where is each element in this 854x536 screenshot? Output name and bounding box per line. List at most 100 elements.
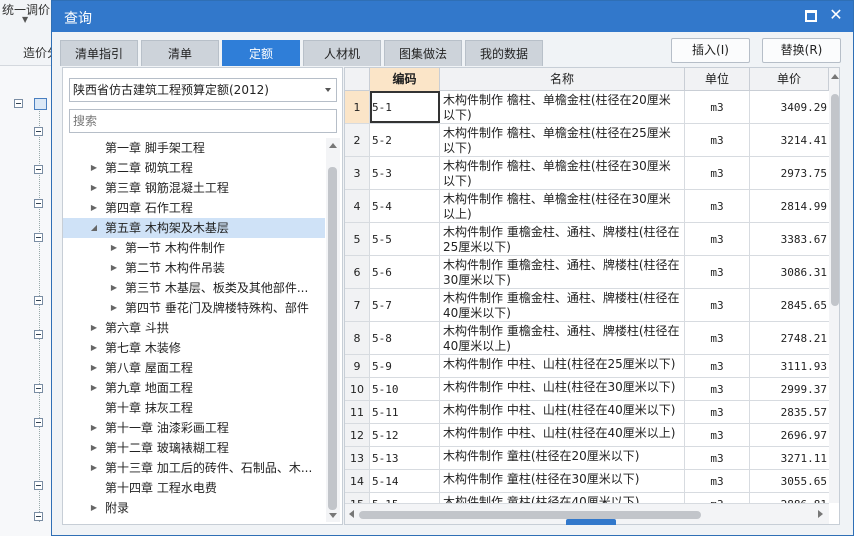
expand-right-icon[interactable]: ▶ xyxy=(89,358,99,378)
grid-horizontal-thumb[interactable] xyxy=(359,511,701,519)
maximize-icon[interactable] xyxy=(804,9,817,22)
expand-right-icon[interactable]: ▶ xyxy=(89,438,99,458)
expand-right-icon[interactable]: ▶ xyxy=(89,318,99,338)
tab-atlas-method[interactable]: 图集做法 xyxy=(384,40,462,66)
price-cell[interactable]: 3271.11 xyxy=(750,447,830,469)
collapse-icon[interactable] xyxy=(34,233,43,242)
expand-right-icon[interactable]: ▶ xyxy=(89,178,99,198)
tree-item[interactable]: ▶ 第一节 木构件制作 xyxy=(63,238,325,258)
price-cell[interactable]: 3055.65 xyxy=(750,470,830,492)
tree-item[interactable]: ▶ 第十一章 油漆彩画工程 xyxy=(63,418,325,438)
code-cell[interactable]: 5-11 xyxy=(370,401,440,423)
name-cell[interactable]: 木构件制作 中柱、山柱(柱径在40厘米以上) xyxy=(440,424,685,446)
expand-right-icon[interactable]: ▶ xyxy=(89,418,99,438)
collapse-icon[interactable] xyxy=(34,165,43,174)
tab-list-guide[interactable]: 清单指引 xyxy=(60,40,138,66)
tree-item[interactable]: 第十章 抹灰工程 xyxy=(63,398,325,418)
table-row[interactable]: 12 5-12 木构件制作 中柱、山柱(柱径在40厘米以上) m3 2696.97 xyxy=(345,424,839,447)
expand-right-icon[interactable]: ▶ xyxy=(109,278,119,298)
name-cell[interactable]: 木构件制作 童柱(柱径在20厘米以下) xyxy=(440,447,685,469)
price-cell[interactable]: 2886.81 xyxy=(750,493,830,503)
unit-cell[interactable]: m3 xyxy=(685,401,750,423)
unit-cell[interactable]: m3 xyxy=(685,223,750,255)
row-number[interactable]: 4 xyxy=(345,190,370,222)
collapse-icon[interactable] xyxy=(34,199,43,208)
unit-cell[interactable]: m3 xyxy=(685,289,750,321)
unit-cell[interactable]: m3 xyxy=(685,157,750,189)
name-cell[interactable]: 木构件制作 重檐金柱、通柱、牌楼柱(柱径在25厘米以下) xyxy=(440,223,685,255)
tree-item[interactable]: ▶ 第三章 钢筋混凝土工程 xyxy=(63,178,325,198)
row-number[interactable]: 5 xyxy=(345,223,370,255)
price-cell[interactable]: 2845.65 xyxy=(750,289,830,321)
header-code[interactable]: 编码 xyxy=(370,68,440,91)
dialog-titlebar[interactable]: 查询 ✕ xyxy=(52,1,853,32)
price-cell[interactable]: 2999.37 xyxy=(750,378,830,400)
code-cell[interactable]: 5-1 xyxy=(370,91,440,123)
collapse-icon[interactable] xyxy=(34,296,43,305)
price-cell[interactable]: 3383.67 xyxy=(750,223,830,255)
unit-cell[interactable]: m3 xyxy=(685,91,750,123)
chevron-down-icon[interactable] xyxy=(325,88,331,92)
tree-item[interactable]: ▶ 第八章 屋面工程 xyxy=(63,358,325,378)
background-tab-label[interactable]: 造价分 xyxy=(23,44,52,61)
scroll-up-icon[interactable] xyxy=(329,143,337,148)
price-cell[interactable]: 2973.75 xyxy=(750,157,830,189)
name-cell[interactable]: 木构件制作 童柱(柱径在30厘米以下) xyxy=(440,470,685,492)
collapse-icon[interactable] xyxy=(34,127,43,136)
header-name[interactable]: 名称 xyxy=(440,68,685,91)
expand-right-icon[interactable]: ▶ xyxy=(89,198,99,218)
unit-cell[interactable]: m3 xyxy=(685,355,750,377)
table-row[interactable]: 6 5-6 木构件制作 重檐金柱、通柱、牌楼柱(柱径在30厘米以下) m3 3086.3… xyxy=(345,256,839,289)
expand-right-icon[interactable]: ▶ xyxy=(89,498,99,518)
unit-cell[interactable]: m3 xyxy=(685,493,750,503)
table-row[interactable]: 11 5-11 木构件制作 中柱、山柱(柱径在40厘米以下) m3 2835.57 xyxy=(345,401,839,424)
code-cell[interactable]: 5-7 xyxy=(370,289,440,321)
table-row[interactable]: 10 5-10 木构件制作 中柱、山柱(柱径在30厘米以下) m3 2999.37 xyxy=(345,378,839,401)
row-number[interactable]: 14 xyxy=(345,470,370,492)
row-number[interactable]: 10 xyxy=(345,378,370,400)
table-row[interactable]: 7 5-7 木构件制作 重檐金柱、通柱、牌楼柱(柱径在40厘米以下) m3 2845.6… xyxy=(345,289,839,322)
grid-vertical-thumb[interactable] xyxy=(831,94,839,306)
collapse-icon[interactable] xyxy=(34,384,43,393)
name-cell[interactable]: 木构件制作 檐柱、单檐金柱(柱径在25厘米以下) xyxy=(440,124,685,156)
expand-right-icon[interactable]: ▶ xyxy=(89,338,99,358)
close-icon[interactable]: ✕ xyxy=(828,5,844,25)
table-row[interactable]: 8 5-8 木构件制作 重檐金柱、通柱、牌楼柱(柱径在40厘米以上) m3 2748.2… xyxy=(345,322,839,355)
expand-right-icon[interactable]: ▶ xyxy=(89,158,99,178)
tree-item[interactable]: ▶ 第三节 木基层、板类及其他部件... xyxy=(63,278,325,298)
unit-cell[interactable]: m3 xyxy=(685,424,750,446)
row-number[interactable]: 13 xyxy=(345,447,370,469)
name-cell[interactable]: 木构件制作 重檐金柱、通柱、牌楼柱(柱径在30厘米以下) xyxy=(440,256,685,288)
row-number[interactable]: 11 xyxy=(345,401,370,423)
code-cell[interactable]: 5-4 xyxy=(370,190,440,222)
quota-library-select[interactable]: 陕西省仿古建筑工程预算定额(2012) xyxy=(69,78,337,102)
collapse-icon[interactable] xyxy=(34,481,43,490)
name-cell[interactable]: 木构件制作 中柱、山柱(柱径在25厘米以下) xyxy=(440,355,685,377)
tree-scrollbar[interactable] xyxy=(326,138,340,522)
price-cell[interactable]: 2835.57 xyxy=(750,401,830,423)
collapse-icon[interactable] xyxy=(34,512,43,521)
header-price[interactable]: 单价 xyxy=(750,68,829,91)
tree-item[interactable]: ▶ 第六章 斗拱 xyxy=(63,318,325,338)
name-cell[interactable]: 木构件制作 中柱、山柱(柱径在30厘米以下) xyxy=(440,378,685,400)
unit-cell[interactable]: m3 xyxy=(685,378,750,400)
row-number[interactable]: 3 xyxy=(345,157,370,189)
name-cell[interactable]: 木构件制作 童柱(柱径在40厘米以下) xyxy=(440,493,685,503)
name-cell[interactable]: 木构件制作 檐柱、单檐金柱(柱径在30厘米以下) xyxy=(440,157,685,189)
expand-right-icon[interactable]: ▶ xyxy=(89,378,99,398)
search-input[interactable] xyxy=(69,109,337,133)
tree-item[interactable]: ▶ 第四节 垂花门及牌楼特殊构、部件 xyxy=(63,298,325,318)
table-row[interactable]: 2 5-2 木构件制作 檐柱、单檐金柱(柱径在25厘米以下) m3 3214.41 xyxy=(345,124,839,157)
insert-button[interactable]: 插入(I) xyxy=(671,38,750,63)
code-cell[interactable]: 5-2 xyxy=(370,124,440,156)
price-cell[interactable]: 3086.31 xyxy=(750,256,830,288)
name-cell[interactable]: 木构件制作 重檐金柱、通柱、牌楼柱(柱径在40厘米以下) xyxy=(440,289,685,321)
row-number[interactable]: 12 xyxy=(345,424,370,446)
table-row[interactable]: 5 5-5 木构件制作 重檐金柱、通柱、牌楼柱(柱径在25厘米以下) m3 3383.6… xyxy=(345,223,839,256)
code-cell[interactable]: 5-12 xyxy=(370,424,440,446)
code-cell[interactable]: 5-8 xyxy=(370,322,440,354)
code-cell[interactable]: 5-14 xyxy=(370,470,440,492)
table-row[interactable]: 4 5-4 木构件制作 檐柱、单檐金柱(柱径在30厘米以上) m3 2814.99 xyxy=(345,190,839,223)
unit-cell[interactable]: m3 xyxy=(685,447,750,469)
table-row[interactable]: 9 5-9 木构件制作 中柱、山柱(柱径在25厘米以下) m3 3111.93 xyxy=(345,355,839,378)
